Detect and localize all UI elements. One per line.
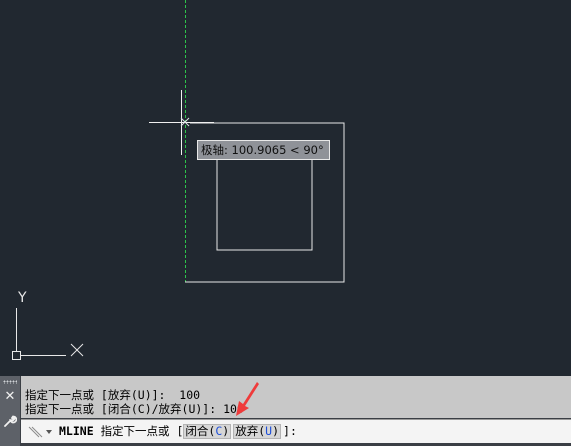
ucs-icon — [12, 308, 84, 360]
wrench-icon[interactable] — [3, 414, 18, 428]
inner-multiline-edge[interactable] — [216, 160, 313, 251]
drag-grip-icon[interactable] — [3, 380, 17, 384]
option-close-button[interactable]: 闭合(C) — [183, 424, 232, 439]
command-prompt: MLINE 指定下一点或 [闭合(C) 放弃(U)]: — [59, 424, 297, 439]
drawing-canvas[interactable]: Y — [0, 0, 571, 376]
command-line-window: ✕ 指定下一点或 [放弃(U)]: 100 指定下一点或 [闭合(C)/放弃(U… — [0, 376, 571, 446]
command-history: 指定下一点或 [放弃(U)]: 100 指定下一点或 [闭合(C)/放弃(U)]… — [21, 376, 571, 418]
ucs-y-label: Y — [17, 290, 27, 306]
polar-tooltip: 极轴: 100.9065 < 90° — [197, 140, 330, 160]
command-input[interactable]: MLINE 指定下一点或 [闭合(C) 放弃(U)]: — [21, 419, 571, 443]
command-prompt-icon[interactable] — [27, 424, 55, 440]
command-name: MLINE — [59, 424, 94, 438]
annotation-arrow-icon — [236, 382, 259, 416]
command-suffix: ]: — [283, 424, 297, 438]
history-line-1: 指定下一点或 [放弃(U)]: 100 — [25, 388, 201, 402]
close-icon[interactable]: ✕ — [3, 390, 17, 404]
command-side-strip: ✕ — [0, 376, 20, 446]
option-undo-button[interactable]: 放弃(U) — [233, 424, 282, 439]
command-prompt-text: 指定下一点或 [ — [100, 424, 184, 438]
history-line-2: 指定下一点或 [闭合(C)/放弃(U)]: 100 — [25, 402, 244, 416]
